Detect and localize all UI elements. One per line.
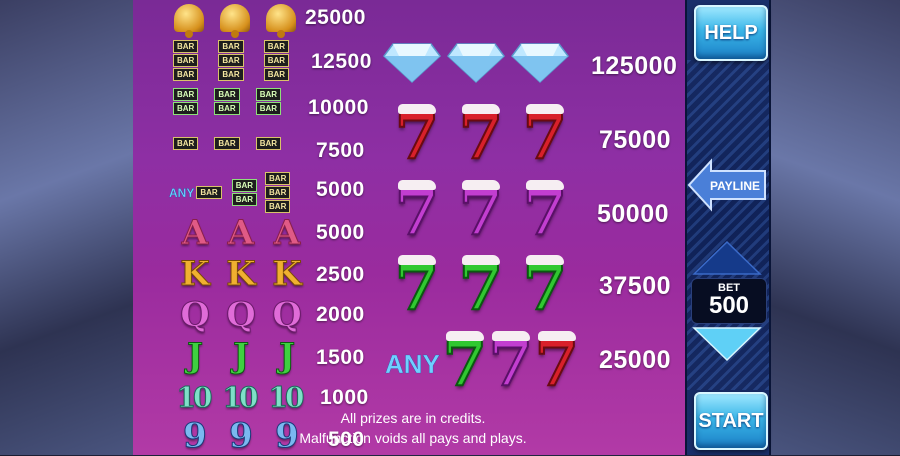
control-panel: HELP PAYLINE BET 500 START	[685, 0, 771, 455]
triple-bar-icon: BAR BAR BAR	[265, 172, 291, 213]
green-seven-icon: 7	[458, 250, 505, 325]
bet-value: 500	[708, 292, 750, 319]
diamond-icon	[383, 43, 441, 84]
green-seven-icon: 7	[442, 326, 489, 401]
purple-seven-icon: 7	[394, 175, 441, 250]
single-bar-icon: BAR	[255, 137, 282, 150]
paytable-row-double-bar: BAR BAR BAR BAR BAR BAR	[173, 88, 282, 115]
paytable-row-green-sevens: 7 7 7	[388, 250, 574, 325]
payout-value: 75000	[599, 126, 672, 154]
payout-value: 25000	[599, 346, 672, 374]
red-seven-icon: 7	[394, 99, 441, 174]
green-seven-icon: 7	[522, 250, 569, 325]
single-bar-icon: BAR	[173, 137, 199, 150]
paytable-row-j: J J J	[177, 336, 305, 376]
letter-k-icon: K	[226, 254, 257, 294]
paytable-row-diamonds	[383, 40, 569, 84]
paytable-row-purple-sevens: 7 7 7	[388, 175, 574, 250]
number-nine-icon: 9	[229, 416, 254, 456]
bet-down-button[interactable]	[692, 326, 762, 362]
any-label: ANY	[169, 185, 195, 200]
diamond-icon	[447, 43, 505, 84]
payout-value: 1500	[316, 346, 365, 369]
number-nine-icon: 9	[183, 416, 208, 456]
double-bar-icon: BAR BAR	[173, 88, 199, 115]
paytable-row-any-sevens: ANY 7 7 7	[385, 326, 581, 401]
single-bar-icon: BAR	[214, 137, 240, 150]
bet-up-button[interactable]	[692, 240, 762, 276]
letter-a-icon: A	[273, 213, 301, 253]
letter-j-icon: J	[232, 336, 250, 376]
paytable-panel: 25000 BAR BAR BAR BAR BAR BAR BAR BAR BA…	[133, 0, 685, 455]
payout-value: 10000	[308, 96, 369, 119]
start-button[interactable]: START	[694, 392, 768, 450]
payout-value: 37500	[599, 272, 672, 300]
payout-value: 5000	[316, 178, 365, 201]
note-line-malfunction: Malfunction voids all pays and plays.	[299, 430, 527, 446]
red-seven-icon: 7	[534, 326, 581, 401]
letter-j-icon: J	[278, 336, 296, 376]
bell-icon	[217, 0, 253, 38]
paytable-row-a: A A A	[177, 213, 305, 253]
payout-value: 5000	[316, 221, 365, 244]
bell-icon	[263, 0, 299, 38]
letter-a-icon: A	[181, 213, 209, 253]
background-left	[0, 0, 133, 455]
letter-q-icon: Q	[226, 295, 257, 335]
triple-bar-icon: BAR BAR BAR	[218, 40, 244, 81]
paytable-row-k: K K K	[177, 254, 305, 294]
letter-a-icon: A	[227, 213, 255, 253]
payline-button[interactable]: PAYLINE	[687, 157, 767, 213]
paytable-row-triple-bar: BAR BAR BAR BAR BAR BAR BAR BAR BAR	[173, 40, 290, 81]
paytable-row-bells	[171, 0, 299, 38]
payout-value: 25000	[305, 6, 366, 29]
triple-bar-icon: BAR BAR BAR	[173, 40, 199, 81]
bell-icon	[171, 0, 207, 38]
number-ten-icon: 10	[222, 381, 259, 415]
single-bar-icon: BAR	[196, 186, 222, 199]
green-seven-icon: 7	[394, 250, 441, 325]
number-ten-icon: 10	[176, 381, 213, 415]
letter-q-icon: Q	[272, 295, 303, 335]
any-label: ANY	[385, 348, 440, 379]
letter-k-icon: K	[180, 254, 211, 294]
purple-seven-icon: 7	[522, 175, 569, 250]
triple-bar-icon: BAR BAR BAR	[263, 40, 290, 81]
payout-value: 2500	[316, 263, 365, 286]
payline-label: PAYLINE	[709, 179, 760, 193]
paytable-note: All prizes are in credits. Malfunction v…	[263, 408, 563, 448]
note-line-credits: All prizes are in credits.	[340, 410, 486, 426]
payout-value: 125000	[591, 52, 678, 80]
payout-value: 2000	[316, 303, 365, 326]
letter-j-icon: J	[186, 336, 204, 376]
double-bar-icon: BAR BAR	[255, 88, 282, 115]
purple-seven-icon: 7	[458, 175, 505, 250]
red-seven-icon: 7	[458, 99, 505, 174]
letter-k-icon: K	[272, 254, 303, 294]
background-right	[767, 0, 900, 455]
payout-value: 7500	[316, 139, 365, 162]
payout-value: 50000	[597, 200, 670, 228]
double-bar-icon: BAR BAR	[214, 88, 240, 115]
payout-value: 1000	[320, 386, 369, 409]
letter-q-icon: Q	[180, 295, 211, 335]
diamond-icon	[511, 43, 569, 84]
paytable-row-any-bar: ANY BAR BAR BAR BAR BAR BAR	[169, 172, 291, 213]
paytable-row-single-bar: BAR BAR BAR	[173, 137, 282, 150]
payout-value: 12500	[311, 50, 372, 73]
bet-display: BET 500	[691, 278, 767, 324]
help-button[interactable]: HELP	[694, 5, 768, 61]
paytable-row-red-sevens: 7 7 7	[388, 99, 574, 174]
red-seven-icon: 7	[522, 99, 569, 174]
paytable-row-q: Q Q Q	[177, 295, 305, 335]
double-bar-icon: BAR BAR	[231, 179, 258, 206]
purple-seven-icon: 7	[488, 326, 535, 401]
